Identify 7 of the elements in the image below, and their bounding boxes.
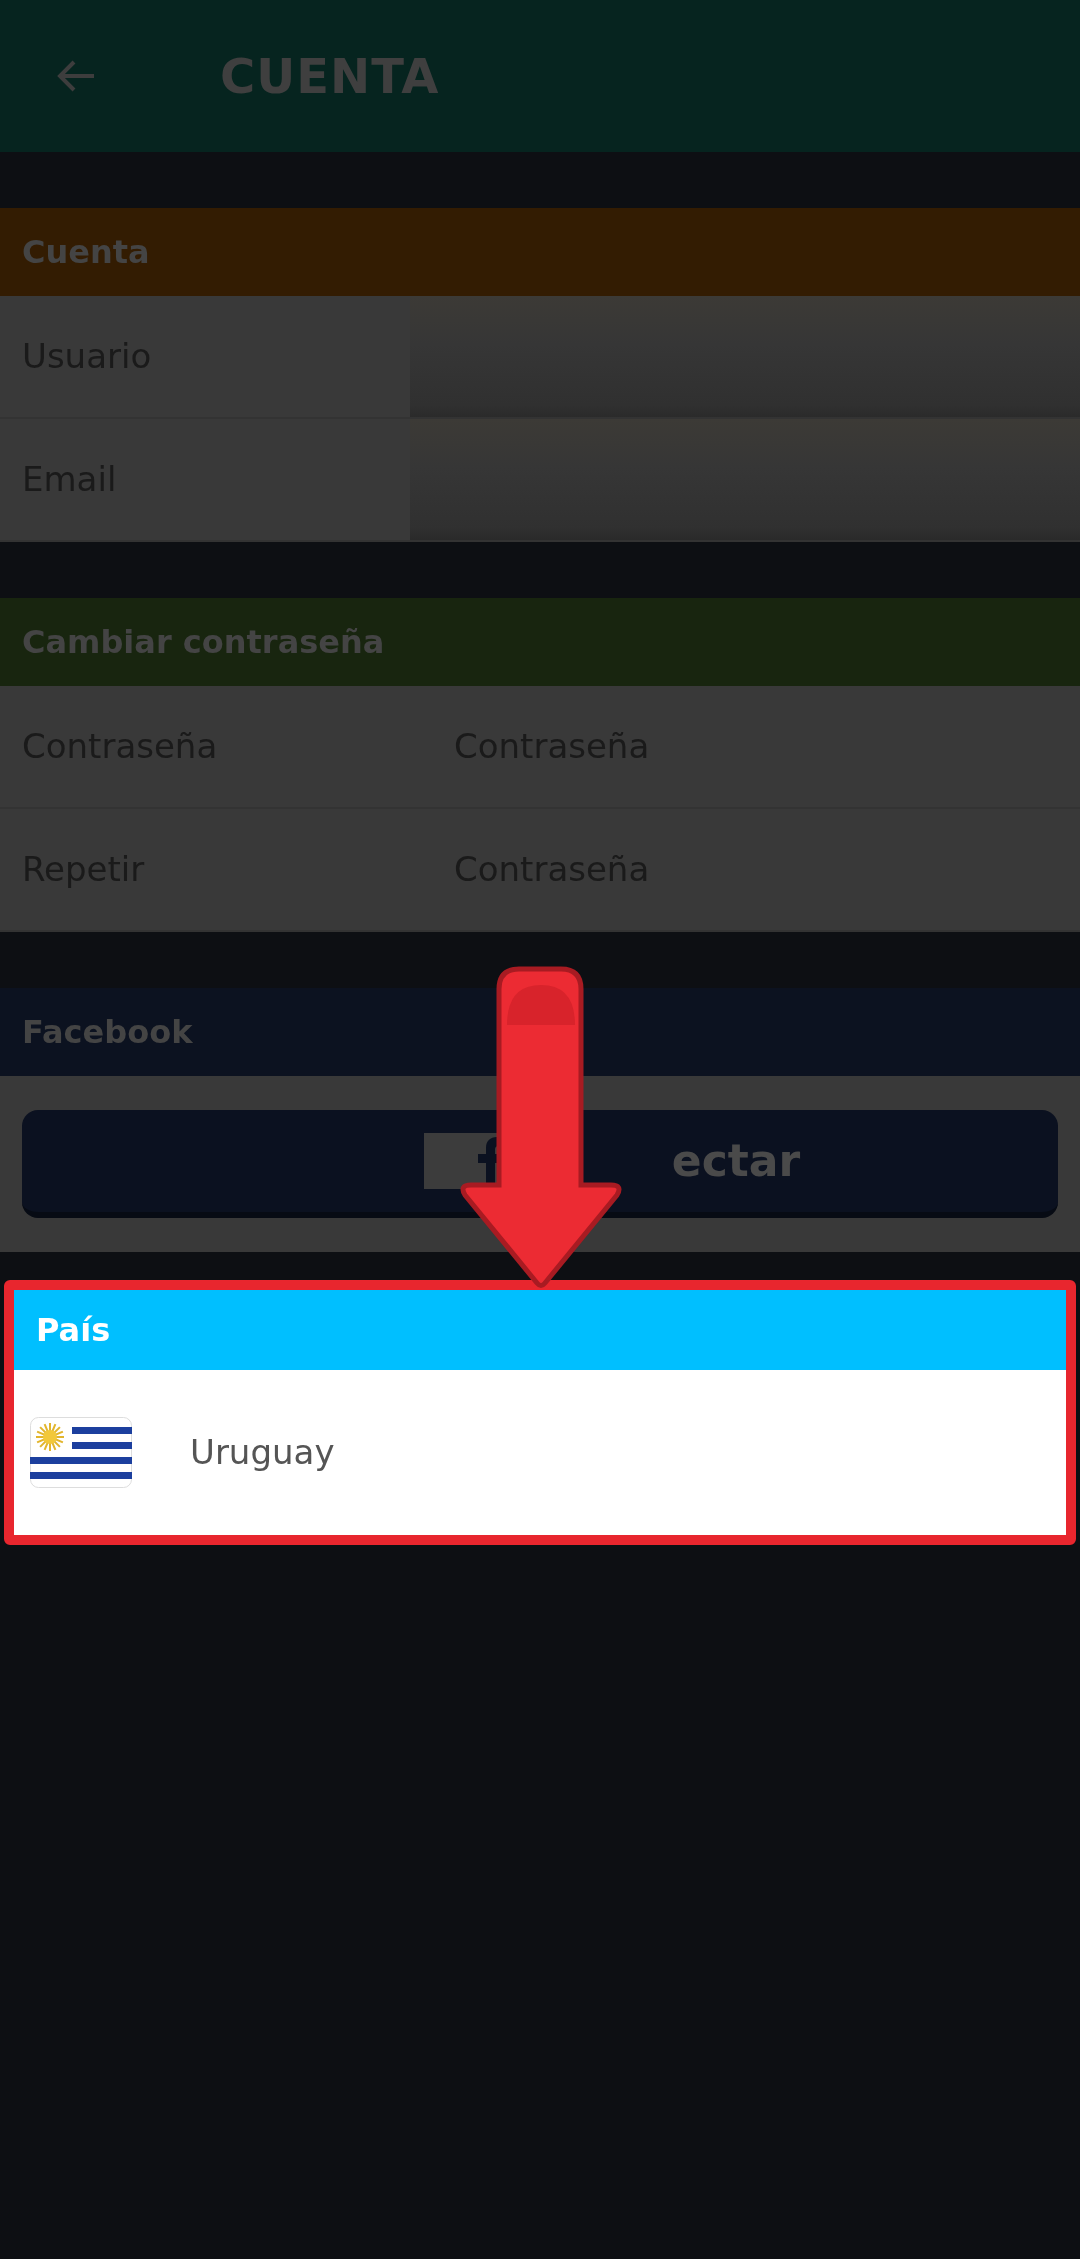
section-title: País bbox=[36, 1310, 111, 1351]
section-title: Facebook bbox=[22, 1012, 193, 1053]
section-title: Cuenta bbox=[22, 232, 150, 273]
flag-icon bbox=[30, 1417, 132, 1488]
country-name: Uruguay bbox=[190, 1431, 335, 1474]
screen-title: CUENTA bbox=[220, 47, 440, 106]
country-row[interactable]: Uruguay bbox=[14, 1370, 1066, 1535]
